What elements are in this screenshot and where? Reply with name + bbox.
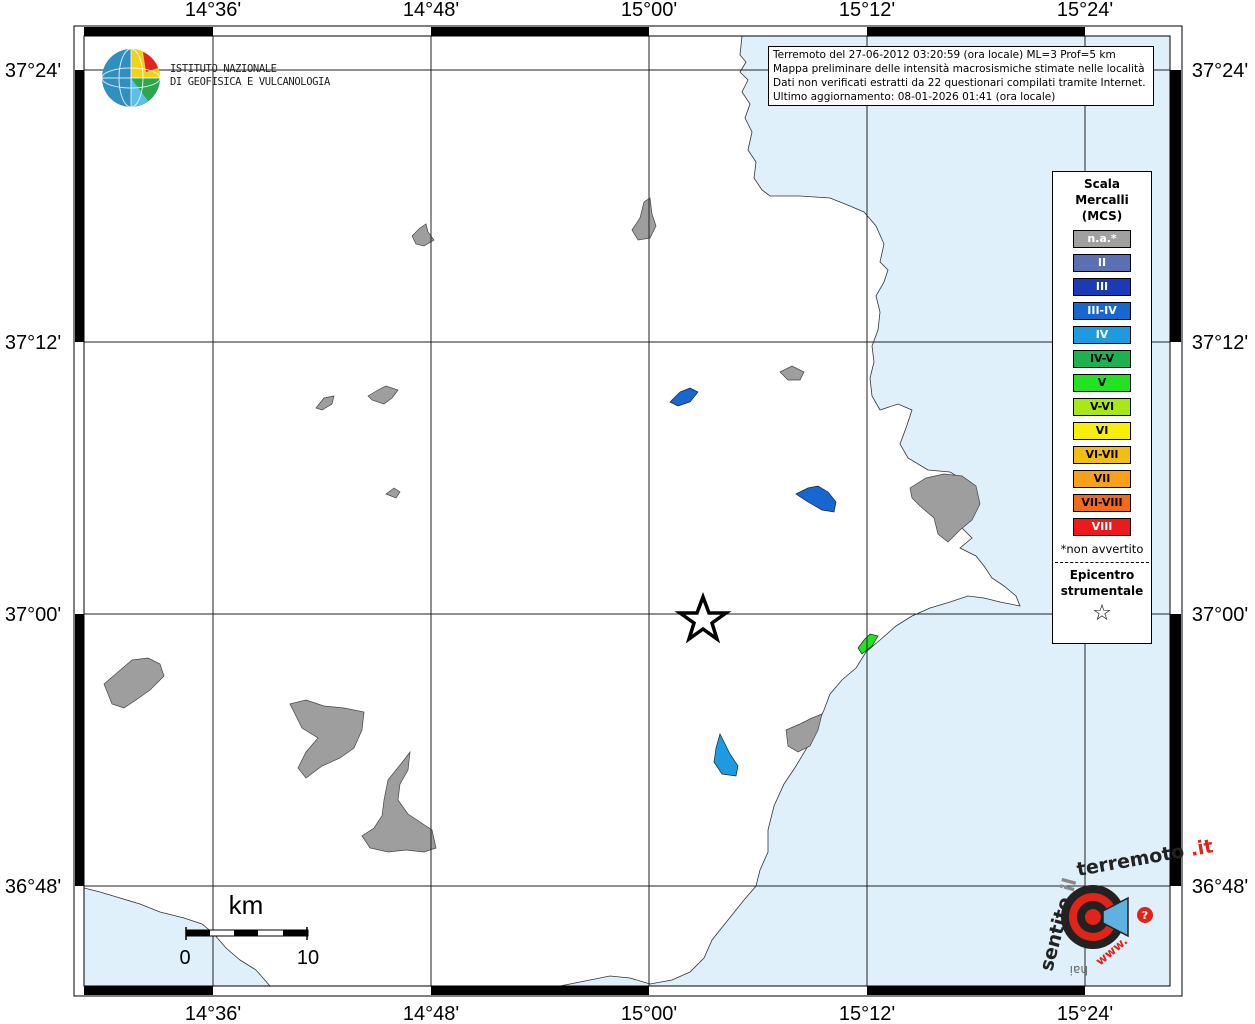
legend-note: *non avvertito	[1060, 542, 1144, 556]
event-info-line: Dati non verificati estratti da 22 quest…	[773, 77, 1146, 89]
legend-epicenter-label: Epicentro	[1069, 568, 1135, 582]
lat-label-right: 36°48'	[1192, 876, 1248, 898]
scale-min: 0	[179, 947, 190, 969]
legend-epicenter-label: strumentale	[1060, 584, 1144, 598]
lon-label-bottom: 15°24'	[1057, 1003, 1113, 1024]
event-info-line: Terremoto del 27-06-2012 03:20:59 (ora l…	[773, 49, 1116, 61]
lon-label-bottom: 15°12'	[839, 1003, 895, 1024]
legend-swatch: VI	[1073, 422, 1131, 440]
lon-label-top: 14°48'	[403, 0, 459, 21]
legend-swatch: VII	[1073, 470, 1131, 488]
scale-max: 10	[297, 947, 319, 969]
lat-label-right: 37°00'	[1192, 604, 1248, 626]
lon-label-top: 14°36'	[185, 0, 241, 21]
lat-label-right: 37°24'	[1192, 60, 1248, 82]
legend-swatch: III-IV	[1073, 302, 1131, 320]
legend-swatch: VII-VIII	[1073, 494, 1131, 512]
scale-unit: km	[229, 890, 264, 920]
legend-title: Mercalli	[1075, 193, 1129, 207]
mcs-legend: Scala Mercalli (MCS) n.a.* II III III-IV IV I…	[1052, 171, 1152, 644]
legend-swatch: n.a.*	[1073, 230, 1131, 248]
legend-title: Scala	[1083, 177, 1121, 191]
logo-text-hai: hai	[1070, 963, 1088, 977]
ingv-name-line1: ISTITUTO NAZIONALE	[170, 63, 277, 75]
event-info-line: Ultimo aggiornamento: 08-01-2026 01:41 (…	[773, 91, 1056, 103]
lat-label-left: 37°24'	[5, 60, 61, 82]
lon-label-top: 15°12'	[839, 0, 895, 21]
legend-swatch: VIII	[1073, 518, 1131, 536]
legend-swatches: n.a.* II III III-IV IV IV-V V V-VI VI VI-VII VII VI…	[1053, 230, 1151, 536]
lon-label-bottom: 14°48'	[403, 1003, 459, 1024]
legend-separator	[1055, 562, 1149, 563]
legend-swatch: III	[1073, 278, 1131, 296]
lon-label-top: 15°24'	[1057, 0, 1113, 21]
lat-label-right: 37°12'	[1192, 332, 1248, 354]
legend-swatch: IV	[1073, 326, 1131, 344]
legend-title: (MCS)	[1081, 209, 1123, 223]
legend-swatch: IV-V	[1073, 350, 1131, 368]
legend-star-icon: ☆	[1092, 601, 1112, 626]
legend-swatch: II	[1073, 254, 1131, 272]
logo-text-it: .it	[1189, 835, 1215, 861]
legend-swatch: VI-VII	[1073, 446, 1131, 464]
event-info-line: Mappa preliminare delle intensità macros…	[773, 63, 1145, 75]
ingv-globe-logo	[101, 48, 161, 108]
ingv-name-line2: DI GEOFISICA E VULCANOLOGIA	[170, 76, 330, 88]
lat-label-left: 37°12'	[5, 332, 61, 354]
lon-label-top: 15°00'	[621, 0, 677, 21]
ingv-name: ISTITUTO NAZIONALE DI GEOFISICA E VULCAN…	[170, 63, 330, 89]
event-info-box: Terremoto del 27-06-2012 03:20:59 (ora l…	[768, 46, 1154, 106]
legend-swatch: V-VI	[1073, 398, 1131, 416]
svg-text:?: ?	[1142, 909, 1148, 922]
lon-label-bottom: 14°36'	[185, 1003, 241, 1024]
legend-swatch: V	[1073, 374, 1131, 392]
lat-label-left: 37°00'	[5, 604, 61, 626]
lon-label-bottom: 15°00'	[621, 1003, 677, 1024]
lat-label-left: 36°48'	[5, 876, 61, 898]
